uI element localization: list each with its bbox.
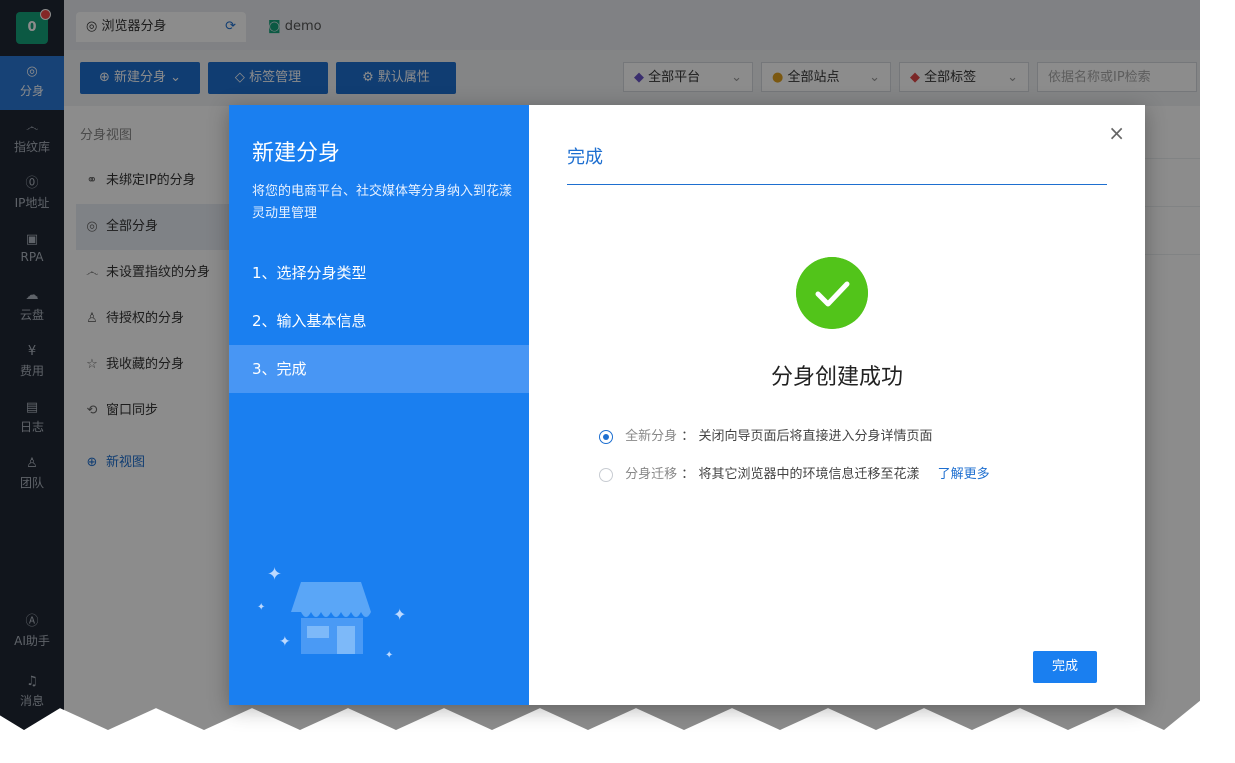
option-description: 关闭向导页面后将直接进入分身详情页面	[698, 429, 933, 444]
wizard-content: × 完成 分身创建成功 全新分身 ： 关闭向导页面后将直接进入分身详情页面 分身…	[529, 105, 1145, 705]
radio-migrate-profile[interactable]	[599, 467, 613, 482]
step-select-type: 1、选择分身类型	[229, 249, 529, 297]
shop-illustration-icon: ✦ ✦ ✦ ✦ ✦	[257, 564, 406, 661]
heading-underline	[567, 184, 1107, 185]
close-icon[interactable]: ×	[1108, 121, 1125, 145]
svg-text:✦: ✦	[257, 602, 265, 613]
step-label: 2、输入基本信息	[252, 312, 367, 330]
learn-more-link[interactable]: 了解更多	[938, 467, 990, 482]
option-new-profile[interactable]: 全新分身 ： 关闭向导页面后将直接进入分身详情页面	[599, 425, 932, 444]
dialog-description: 将您的电商平台、社交媒体等分身纳入到花漾灵动里管理	[252, 184, 513, 221]
svg-text:✦: ✦	[279, 634, 291, 650]
step-heading: 完成	[567, 147, 603, 168]
wizard-steps-panel: 新建分身 将您的电商平台、社交媒体等分身纳入到花漾灵动里管理 1、选择分身类型 …	[229, 105, 529, 705]
step-basic-info: 2、输入基本信息	[229, 297, 529, 345]
dialog-title: 新建分身	[252, 141, 341, 166]
option-description: 将其它浏览器中的环境信息迁移至花漾	[698, 467, 920, 482]
step-complete: 3、完成	[229, 345, 529, 393]
success-message: 分身创建成功	[770, 365, 903, 390]
step-label: 3、完成	[252, 360, 307, 378]
svg-text:✦: ✦	[385, 650, 393, 661]
new-profile-dialog: 新建分身 将您的电商平台、社交媒体等分身纳入到花漾灵动里管理 1、选择分身类型 …	[229, 105, 1145, 705]
done-button[interactable]: 完成	[1033, 651, 1097, 683]
option-name: 分身迁移	[625, 467, 678, 482]
option-separator: ：	[681, 467, 695, 482]
svg-text:✦: ✦	[267, 564, 282, 585]
option-migrate-profile[interactable]: 分身迁移 ： 将其它浏览器中的环境信息迁移至花漾 了解更多	[599, 463, 990, 482]
step-label: 1、选择分身类型	[252, 264, 367, 282]
svg-text:✦: ✦	[393, 605, 406, 624]
check-circle-icon	[796, 257, 868, 329]
radio-new-profile[interactable]	[599, 429, 613, 444]
option-separator: ：	[681, 429, 695, 444]
option-name: 全新分身	[625, 429, 678, 444]
